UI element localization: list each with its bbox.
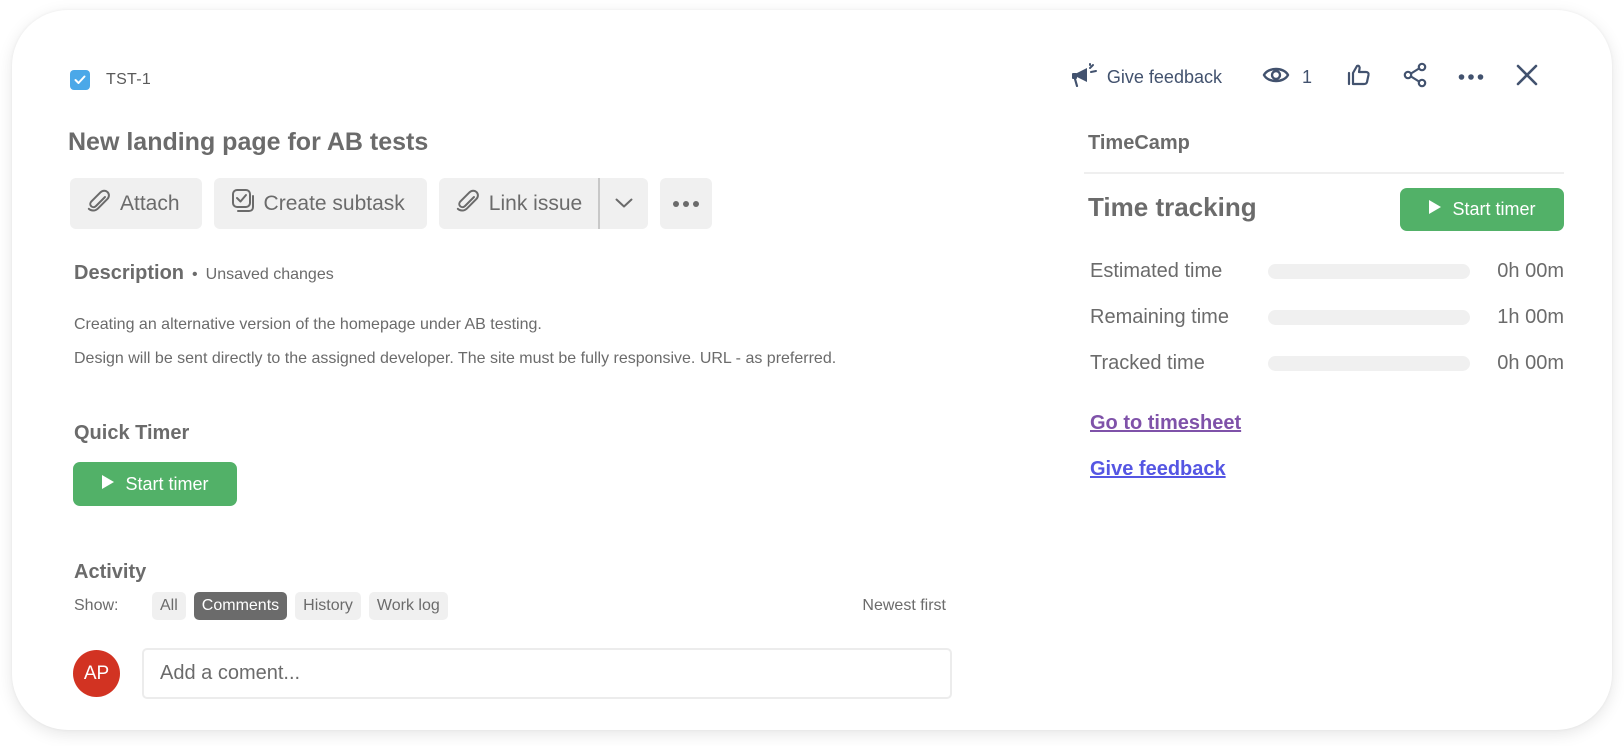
play-icon — [101, 474, 115, 495]
go-to-timesheet-link[interactable]: Go to timesheet — [1090, 412, 1241, 435]
issue-key: TST-1 — [70, 70, 151, 90]
link-issue-split-button: Link issue — [438, 178, 649, 229]
watchers-count: 1 — [1301, 66, 1312, 87]
share-button[interactable] — [1400, 62, 1430, 92]
toolbar-more-button[interactable] — [660, 178, 713, 229]
task-type-icon — [70, 70, 90, 90]
share-icon — [1402, 62, 1428, 93]
time-progress-bar — [1268, 264, 1470, 279]
time-progress-bar — [1268, 310, 1470, 325]
start-timer-label: Start timer — [1452, 199, 1536, 219]
give-feedback-label: Give feedback — [1106, 66, 1222, 87]
activity-title: Activity — [74, 561, 147, 583]
comment-input[interactable] — [142, 648, 952, 699]
header-actions: Give feedback 1 — [1071, 62, 1542, 92]
show-label: Show: — [74, 597, 119, 614]
unsaved-changes-status: Unsaved changes — [205, 266, 334, 283]
more-icon — [672, 195, 700, 213]
tracked-time-row: Tracked time 0h 00m — [1090, 352, 1564, 375]
description-paragraph[interactable]: Creating an alternative version of the h… — [74, 316, 542, 334]
filter-work-log[interactable]: Work log — [368, 592, 448, 620]
link-issue-dropdown-button[interactable] — [600, 178, 648, 229]
filter-history[interactable]: History — [295, 592, 361, 620]
time-progress-bar — [1268, 356, 1470, 371]
time-label: Remaining time — [1090, 306, 1229, 328]
time-tracking-title: Time tracking — [1088, 192, 1257, 222]
close-icon — [1516, 64, 1538, 91]
attach-button[interactable]: Attach — [70, 178, 202, 229]
give-feedback-button[interactable]: Give feedback — [1071, 62, 1222, 92]
description-title: Description — [74, 262, 185, 284]
more-actions-button[interactable] — [1456, 62, 1486, 92]
close-button[interactable] — [1512, 62, 1542, 92]
thumbs-up-icon — [1347, 63, 1371, 92]
filter-all[interactable]: All — [152, 592, 186, 620]
paperclip-icon — [455, 188, 481, 220]
watch-button[interactable]: 1 — [1262, 65, 1312, 90]
issue-key-link[interactable]: TST-1 — [106, 71, 151, 89]
description-header: Description • Unsaved changes — [74, 262, 334, 285]
description-separator: • — [192, 266, 198, 283]
subtask-icon — [230, 188, 256, 220]
description-paragraph[interactable]: Design will be sent directly to the assi… — [74, 350, 836, 368]
avatar: AP — [73, 650, 120, 697]
timecamp-title: TimeCamp — [1088, 132, 1190, 154]
issue-title[interactable]: New landing page for AB tests — [68, 128, 428, 157]
play-icon — [1428, 199, 1442, 220]
create-subtask-button[interactable]: Create subtask — [213, 178, 427, 229]
link-issue-label: Link issue — [488, 191, 583, 215]
time-label: Tracked time — [1090, 352, 1205, 374]
estimated-time-row: Estimated time 0h 00m — [1090, 260, 1564, 283]
issue-modal: TST-1 Give feedback 1 New landing page f… — [12, 10, 1612, 730]
like-button[interactable] — [1344, 62, 1374, 92]
eye-icon — [1262, 65, 1290, 90]
megaphone-icon — [1071, 62, 1099, 92]
attach-label: Attach — [120, 191, 180, 215]
timecamp-start-timer-button[interactable]: Start timer — [1400, 188, 1564, 231]
start-timer-label: Start timer — [125, 473, 209, 494]
quick-timer-title: Quick Timer — [74, 422, 190, 444]
remaining-time-row: Remaining time 1h 00m — [1090, 306, 1564, 329]
timecamp-divider — [1084, 172, 1564, 174]
sort-order-toggle[interactable]: Newest first — [862, 597, 946, 615]
link-issue-button[interactable]: Link issue — [439, 178, 598, 229]
more-icon — [1458, 68, 1484, 86]
time-value: 1h 00m — [1497, 306, 1564, 328]
time-label: Estimated time — [1090, 260, 1223, 282]
time-value: 0h 00m — [1497, 260, 1564, 282]
create-subtask-label: Create subtask — [263, 191, 405, 215]
activity-filter-row: Show: All Comments History Work log Newe… — [74, 592, 946, 620]
quick-start-timer-button[interactable]: Start timer — [73, 462, 237, 506]
chevron-down-icon — [615, 195, 633, 213]
filter-comments[interactable]: Comments — [193, 592, 288, 620]
issue-toolbar: Attach Create subtask Link issue — [70, 178, 713, 229]
give-feedback-link[interactable]: Give feedback — [1090, 458, 1226, 481]
time-value: 0h 00m — [1497, 352, 1564, 374]
paperclip-icon — [86, 188, 112, 220]
